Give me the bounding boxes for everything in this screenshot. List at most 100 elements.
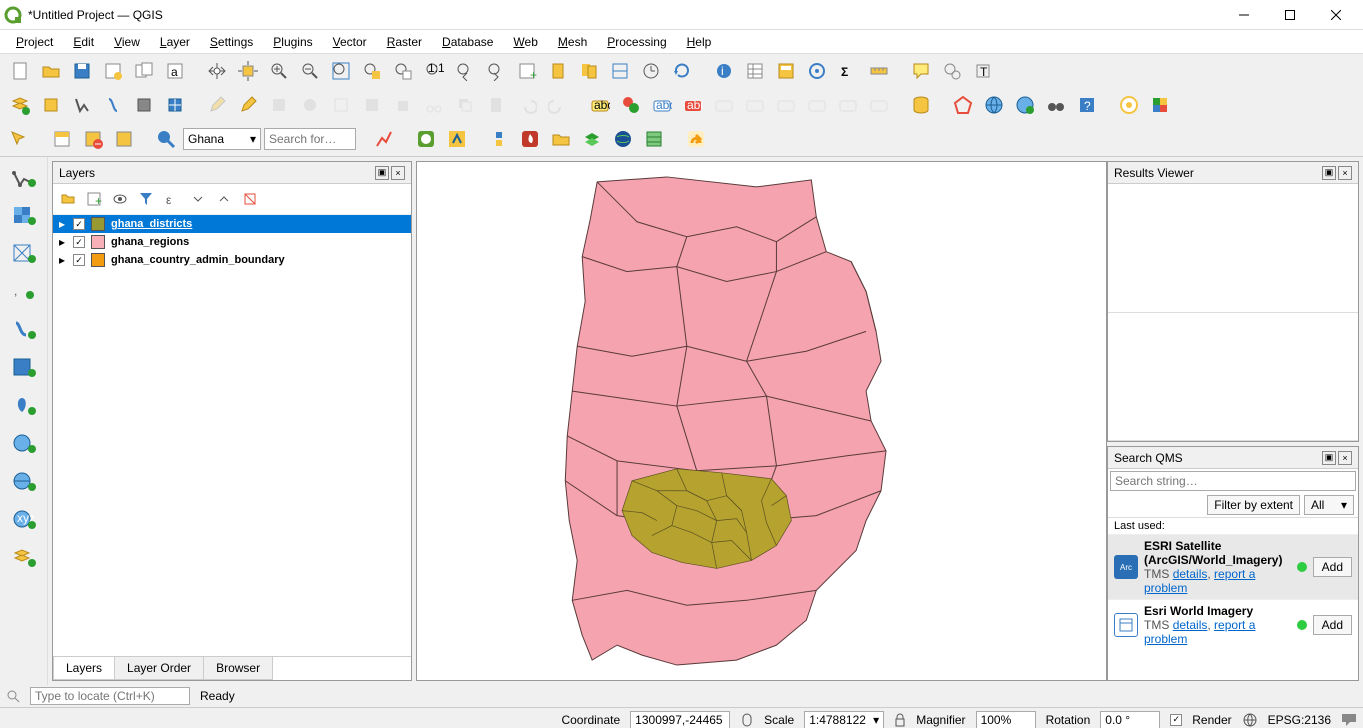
layers-filter-icon[interactable] <box>135 188 157 210</box>
add-mesh-icon[interactable] <box>6 237 42 269</box>
zoom-full-icon[interactable] <box>327 57 355 85</box>
maximize-button[interactable] <box>1267 0 1313 30</box>
layer-checkbox[interactable]: ✓ <box>73 254 85 266</box>
statistics-icon[interactable]: Σ <box>834 57 862 85</box>
identify-icon[interactable]: i <box>710 57 738 85</box>
paste-icon[interactable] <box>482 91 510 119</box>
lock-icon[interactable] <box>894 713 906 727</box>
qms-add-button-1[interactable]: Add <box>1313 615 1352 635</box>
new-shapefile-icon[interactable] <box>68 91 96 119</box>
vertex-tool-icon[interactable] <box>327 91 355 119</box>
qms-filter-extent-button[interactable]: Filter by extent <box>1207 495 1300 515</box>
menu-raster[interactable]: Raster <box>379 33 430 51</box>
folder-action-icon[interactable] <box>547 125 575 153</box>
zoom-layer-icon[interactable] <box>389 57 417 85</box>
plugin-manager-icon[interactable] <box>1146 91 1174 119</box>
menu-plugins[interactable]: Plugins <box>265 33 320 51</box>
measure-icon[interactable] <box>865 57 893 85</box>
menu-view[interactable]: View <box>106 33 148 51</box>
menu-project[interactable]: Project <box>8 33 61 51</box>
processing-toolbox-icon[interactable] <box>803 57 831 85</box>
qms-details-link-0[interactable]: details <box>1173 567 1208 581</box>
qms-details-link-1[interactable]: details <box>1173 618 1208 632</box>
nominatim-icon[interactable] <box>152 125 180 153</box>
new-mesh-layer-icon[interactable] <box>161 91 189 119</box>
python-console-icon[interactable] <box>485 125 513 153</box>
fire-icon[interactable] <box>516 125 544 153</box>
copy-icon[interactable] <box>451 91 479 119</box>
attributes-table-icon[interactable] <box>741 57 769 85</box>
layers-open-icon[interactable] <box>57 188 79 210</box>
menu-database[interactable]: Database <box>434 33 501 51</box>
toggle-editing-icon[interactable] <box>234 91 262 119</box>
label-rules-icon[interactable] <box>617 91 645 119</box>
zoom-next-icon[interactable] <box>482 57 510 85</box>
add-raster-icon[interactable] <box>6 199 42 231</box>
new-layout-icon[interactable] <box>99 57 127 85</box>
label-change-icon[interactable] <box>865 91 893 119</box>
layers-remove-icon[interactable] <box>239 188 261 210</box>
new-map-view-icon[interactable]: + <box>513 57 541 85</box>
open-project-icon[interactable] <box>37 57 65 85</box>
refresh-icon[interactable] <box>668 57 696 85</box>
layer-checkbox[interactable]: ✓ <box>73 236 85 248</box>
menu-vector[interactable]: Vector <box>325 33 375 51</box>
search-location-select[interactable]: Ghana▾ <box>183 128 261 150</box>
map-canvas[interactable] <box>416 161 1107 681</box>
add-source-icon[interactable] <box>6 541 42 573</box>
menu-help[interactable]: Help <box>679 33 720 51</box>
add-xyz-icon[interactable]: xyz <box>6 503 42 535</box>
db-manager-icon[interactable] <box>907 91 935 119</box>
new-spatialite-icon[interactable] <box>99 91 127 119</box>
binoculars-icon[interactable] <box>1042 91 1070 119</box>
zoom-selection-icon[interactable] <box>358 57 386 85</box>
layers-expand-icon[interactable] <box>187 188 209 210</box>
field-calculator-icon[interactable] <box>772 57 800 85</box>
label-highlight-icon[interactable] <box>741 91 769 119</box>
shape-red-icon[interactable] <box>949 91 977 119</box>
zoom-last-icon[interactable] <box>451 57 479 85</box>
add-vector-icon[interactable] <box>6 161 42 193</box>
layer-item-2[interactable]: ▸✓ghana_country_admin_boundary <box>53 251 411 269</box>
menu-layer[interactable]: Layer <box>152 33 198 51</box>
save-edits-icon[interactable] <box>265 91 293 119</box>
rotation-input[interactable]: 0.0 ° <box>1100 711 1160 728</box>
layer-item-0[interactable]: ▸✓ghana_districts <box>53 215 411 233</box>
qfield-icon[interactable] <box>443 125 471 153</box>
menu-processing[interactable]: Processing <box>599 33 674 51</box>
add-delimited-icon[interactable]: , <box>6 275 42 307</box>
minimize-button[interactable] <box>1221 0 1267 30</box>
modify-attrs-icon[interactable] <box>358 91 386 119</box>
temporal-controller-icon[interactable] <box>637 57 665 85</box>
add-virtual-icon[interactable] <box>6 351 42 383</box>
label-pin-icon[interactable] <box>710 91 738 119</box>
layer-checkbox[interactable]: ✓ <box>73 218 85 230</box>
green-layer-icon[interactable] <box>578 125 606 153</box>
plugin-python-icon[interactable] <box>1115 91 1143 119</box>
layer-item-1[interactable]: ▸✓ghana_regions <box>53 233 411 251</box>
label-layer-icon[interactable]: abc <box>586 91 614 119</box>
menu-edit[interactable]: Edit <box>65 33 102 51</box>
panel-close-button[interactable]: × <box>391 166 405 180</box>
results-close-button[interactable]: × <box>1338 166 1352 180</box>
qms-undock-button[interactable]: ▣ <box>1322 451 1336 465</box>
zoom-in-icon[interactable] <box>265 57 293 85</box>
annotation-icon[interactable] <box>938 57 966 85</box>
menu-settings[interactable]: Settings <box>202 33 261 51</box>
label-move-icon[interactable] <box>803 91 831 119</box>
cut-icon[interactable] <box>420 91 448 119</box>
pan-to-selection-icon[interactable] <box>234 57 262 85</box>
close-button[interactable] <box>1313 0 1359 30</box>
temporal-icon[interactable] <box>606 57 634 85</box>
panel-tab-browser[interactable]: Browser <box>203 657 273 680</box>
crs-icon[interactable] <box>1242 712 1258 728</box>
qms-filter-all-select[interactable]: All▾ <box>1304 495 1354 515</box>
label-hide-icon[interactable] <box>772 91 800 119</box>
deselect-icon[interactable] <box>79 125 107 153</box>
qms-search-input[interactable] <box>1110 471 1356 491</box>
scale-input[interactable]: 1:4788122▾ <box>804 711 884 728</box>
save-project-icon[interactable] <box>68 57 96 85</box>
magnifier-input[interactable]: 100% <box>976 711 1036 728</box>
layout-manager-icon[interactable] <box>130 57 158 85</box>
delete-selected-icon[interactable] <box>389 91 417 119</box>
